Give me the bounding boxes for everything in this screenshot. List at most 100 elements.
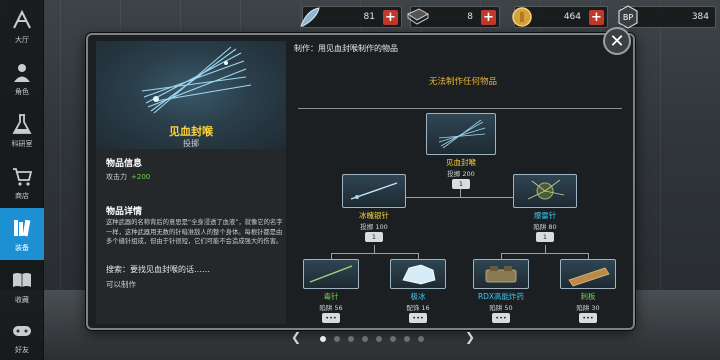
bp-token-icon: BP: [615, 4, 641, 30]
resource-feather: 81 +: [300, 6, 402, 28]
ice-more[interactable]: •••: [409, 313, 427, 323]
tree-node-ice[interactable]: 极冰 配饰 16 •••: [385, 259, 451, 323]
pager-dot[interactable]: [376, 336, 382, 342]
spike-board-name: 刺板: [580, 292, 596, 301]
tree-root-node[interactable]: 见血封喉 投掷 200 1: [425, 113, 497, 189]
nav-item-lab[interactable]: 科研室: [0, 104, 44, 156]
nav-item-collection[interactable]: 收藏: [0, 260, 44, 312]
resource-feather-value: 81: [363, 12, 375, 22]
svg-text:BP: BP: [623, 13, 633, 22]
ice-needle-sub: 投掷 100: [360, 223, 388, 231]
nav-label-hall: 大厅: [15, 36, 29, 44]
nav-item-hall[interactable]: 大厅: [0, 0, 44, 52]
spike-board-more[interactable]: •••: [579, 313, 597, 323]
can-craft-text: 可以制作: [106, 280, 136, 289]
resource-book-value: 8: [467, 12, 473, 22]
rdx-sub: 陷阱 50: [489, 304, 513, 312]
close-button[interactable]: ✕: [603, 27, 631, 55]
lab-flask-icon: [8, 111, 36, 137]
root-sub: 投掷 200: [447, 170, 475, 178]
ice-name: 极冰: [410, 292, 426, 301]
nav-item-friends[interactable]: 好友: [0, 310, 44, 360]
thunder-needle-name: 爆雷针: [533, 211, 557, 220]
spike-board-sub: 陷阱 30: [576, 304, 600, 312]
poison-needle-more[interactable]: •••: [322, 313, 340, 323]
character-icon: [8, 59, 36, 85]
tree-connector: [331, 253, 419, 254]
pager-prev-icon[interactable]: ❮: [291, 330, 301, 344]
ice-needle-name: 冰魄银针: [359, 211, 389, 220]
nav-item-character[interactable]: 角色: [0, 52, 44, 104]
add-coin-button[interactable]: +: [589, 10, 604, 25]
item-thumbnail: [560, 259, 616, 289]
pager-dot[interactable]: [334, 336, 340, 342]
add-book-button[interactable]: +: [481, 10, 496, 25]
books-icon: [8, 215, 36, 241]
item-thumbnail: [303, 259, 359, 289]
nav-item-shop[interactable]: 商店: [0, 156, 44, 208]
tree-node-thunder-needle[interactable]: 爆雷针 陷阱 80 1: [511, 174, 579, 242]
nav-label-lab: 科研室: [11, 140, 33, 148]
pager-dot[interactable]: [362, 336, 368, 342]
nav-label-friends: 好友: [15, 346, 29, 354]
tree-connector: [501, 253, 589, 254]
pager-dot[interactable]: [418, 336, 424, 342]
tree-node-spike-board[interactable]: 刺板 陷阱 30 •••: [555, 259, 621, 323]
tree-node-ice-needle[interactable]: 冰魄银针 投掷 100 1: [340, 174, 408, 242]
item-type: 投掷: [183, 139, 199, 148]
item-thumbnail: [390, 259, 446, 289]
tree-node-poison-needle[interactable]: 毒针 陷阱 56 •••: [298, 259, 364, 323]
rdx-name: RDX高能炸药: [477, 292, 525, 301]
resource-book: 8 +: [406, 6, 500, 28]
collection-book-icon: [8, 267, 36, 293]
nav-item-equipment[interactable]: 装备: [0, 208, 44, 260]
item-thumbnail: [473, 259, 529, 289]
nav-label-collection: 收藏: [15, 296, 29, 304]
pager-dot[interactable]: [404, 336, 410, 342]
nav-label-shop: 商店: [15, 192, 29, 200]
shop-cart-icon: [8, 163, 36, 189]
resource-coin-value: 464: [563, 12, 581, 22]
item-info-title: 物品信息: [106, 159, 143, 169]
item-detail-modal: 见血封喉 投掷 物品信息 攻击力 +200 物品详情 这种武器的名称背后的意思是“…: [86, 33, 635, 330]
divider-line: [298, 108, 622, 109]
pager-dot[interactable]: [320, 336, 326, 342]
add-feather-button[interactable]: +: [383, 10, 398, 25]
close-icon: ✕: [609, 30, 625, 52]
pager-next-icon[interactable]: ❯: [465, 330, 475, 344]
pager-dot[interactable]: [348, 336, 354, 342]
nav-label-character: 角色: [15, 88, 29, 96]
poison-needle-sub: 陷阱 56: [319, 304, 343, 312]
root-count: 1: [452, 179, 470, 189]
rdx-more[interactable]: •••: [492, 313, 510, 323]
resource-coin: 464 +: [512, 6, 608, 28]
item-details-title: 物品详情: [106, 207, 143, 217]
resource-points: BP 384: [618, 5, 716, 29]
attack-stat: 攻击力 +200: [106, 172, 150, 182]
thunder-needle-sub: 陷阱 80: [533, 223, 557, 231]
ice-needle-count: 1: [365, 232, 383, 242]
coin-icon: [509, 4, 535, 30]
hall-icon: [8, 7, 36, 33]
book-icon: [405, 4, 431, 30]
poison-needle-name: 毒针: [323, 292, 339, 301]
item-thumbnail: [426, 113, 496, 155]
resource-points-value: 384: [691, 12, 709, 22]
thunder-needle-count: 1: [536, 232, 554, 242]
friends-gamepad-icon: [8, 317, 36, 343]
ice-sub: 配饰 16: [406, 304, 430, 312]
side-navigation: 大厅 角色 科研室 商店 装备 收藏 好友: [0, 0, 44, 360]
tree-connector: [545, 245, 546, 253]
item-description: 这种武器的名称背后的意思是“全身浸透了血液”，就像它的名字一样，这种武器用无数的…: [106, 219, 283, 245]
attack-label: 攻击力: [106, 173, 127, 181]
item-info-panel: 见血封喉 投掷 物品信息 攻击力 +200 物品详情 这种武器的名称背后的意思是“…: [96, 41, 286, 324]
item-thumbnail: [513, 174, 577, 208]
nav-label-equipment: 装备: [15, 244, 29, 252]
cannot-craft-notice: 无法制作任何物品: [428, 77, 497, 87]
item-name: 见血封喉: [169, 125, 213, 138]
craft-header: 制作：用见血封喉制作的物品: [294, 44, 398, 53]
feather-icon: [297, 4, 323, 30]
pager-dot[interactable]: [390, 336, 396, 342]
root-name: 见血封喉: [446, 158, 476, 167]
tree-node-rdx[interactable]: RDX高能炸药 陷阱 50 •••: [468, 259, 534, 323]
